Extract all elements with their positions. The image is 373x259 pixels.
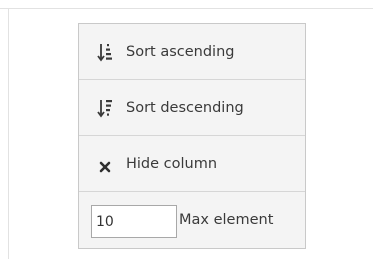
max-element-menu-item: Max element — [79, 192, 305, 248]
grid-top-border — [0, 8, 373, 9]
max-element-label: Max element — [179, 212, 274, 228]
sort-descending-label: Sort descending — [126, 100, 244, 116]
grid-left-border — [8, 8, 9, 259]
page-canvas: Sort ascending Sort descending Hide colu… — [0, 0, 373, 259]
sort-descending-icon — [97, 97, 113, 119]
close-icon — [99, 158, 111, 173]
column-context-menu: Sort ascending Sort descending Hide colu… — [78, 23, 306, 249]
max-element-input[interactable] — [91, 205, 177, 238]
hide-column-menu-item[interactable]: Hide column — [79, 136, 305, 192]
hide-column-label: Hide column — [126, 156, 218, 172]
sort-ascending-label: Sort ascending — [126, 44, 235, 60]
sort-ascending-icon — [97, 41, 113, 63]
sort-ascending-menu-item[interactable]: Sort ascending — [79, 24, 305, 80]
sort-descending-menu-item[interactable]: Sort descending — [79, 80, 305, 136]
